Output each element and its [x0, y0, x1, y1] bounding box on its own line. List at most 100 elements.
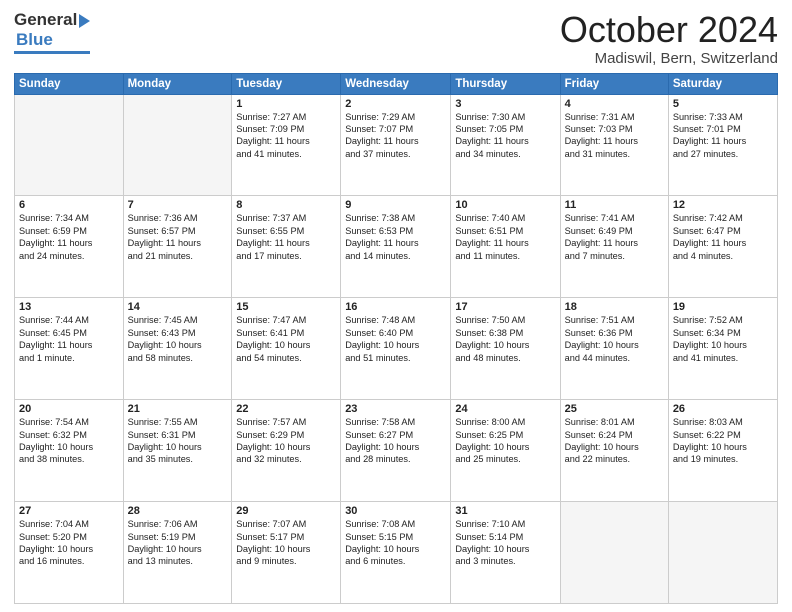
cell-line: Sunrise: 7:10 AM [455, 518, 555, 530]
calendar-cell: 6Sunrise: 7:34 AMSunset: 6:59 PMDaylight… [15, 196, 124, 298]
day-number: 11 [565, 199, 664, 211]
cell-line: Daylight: 10 hours [128, 441, 228, 453]
calendar-cell: 31Sunrise: 7:10 AMSunset: 5:14 PMDayligh… [451, 502, 560, 604]
cell-line: Sunrise: 7:30 AM [455, 111, 555, 123]
calendar-cell: 26Sunrise: 8:03 AMSunset: 6:22 PMDayligh… [668, 400, 777, 502]
cell-line: and 11 minutes. [455, 250, 555, 262]
cell-line: Daylight: 10 hours [455, 441, 555, 453]
cell-line: Sunrise: 8:01 AM [565, 416, 664, 428]
weekday-header: Saturday [668, 73, 777, 94]
cell-line: Daylight: 11 hours [565, 237, 664, 249]
logo-blue-text: Blue [16, 30, 53, 50]
calendar-week-row: 27Sunrise: 7:04 AMSunset: 5:20 PMDayligh… [15, 502, 778, 604]
cell-line: and 14 minutes. [345, 250, 446, 262]
cell-line: and 3 minutes. [455, 555, 555, 567]
calendar-week-row: 20Sunrise: 7:54 AMSunset: 6:32 PMDayligh… [15, 400, 778, 502]
day-number: 17 [455, 301, 555, 313]
calendar-cell: 5Sunrise: 7:33 AMSunset: 7:01 PMDaylight… [668, 94, 777, 196]
cell-line: Sunrise: 7:38 AM [345, 212, 446, 224]
cell-line: Sunrise: 7:37 AM [236, 212, 336, 224]
cell-line: Sunset: 6:38 PM [455, 327, 555, 339]
calendar-cell [560, 502, 668, 604]
cell-line: Sunrise: 7:27 AM [236, 111, 336, 123]
cell-line: Sunrise: 7:47 AM [236, 314, 336, 326]
cell-line: and 32 minutes. [236, 453, 336, 465]
cell-line: Daylight: 11 hours [128, 237, 228, 249]
calendar-cell: 14Sunrise: 7:45 AMSunset: 6:43 PMDayligh… [123, 298, 232, 400]
calendar-cell [15, 94, 124, 196]
cell-line: Sunrise: 8:00 AM [455, 416, 555, 428]
day-number: 31 [455, 505, 555, 517]
calendar-cell: 17Sunrise: 7:50 AMSunset: 6:38 PMDayligh… [451, 298, 560, 400]
cell-line: Daylight: 11 hours [236, 135, 336, 147]
cell-line: and 7 minutes. [565, 250, 664, 262]
calendar-cell [123, 94, 232, 196]
cell-line: Sunrise: 7:08 AM [345, 518, 446, 530]
cell-line: Sunrise: 7:51 AM [565, 314, 664, 326]
day-number: 30 [345, 505, 446, 517]
weekday-header: Wednesday [341, 73, 451, 94]
cell-line: and 35 minutes. [128, 453, 228, 465]
month-title: October 2024 [560, 10, 778, 50]
cell-line: Sunrise: 7:54 AM [19, 416, 119, 428]
day-number: 4 [565, 98, 664, 110]
cell-line: Sunrise: 7:40 AM [455, 212, 555, 224]
cell-line: Sunrise: 7:04 AM [19, 518, 119, 530]
cell-line: Sunrise: 7:50 AM [455, 314, 555, 326]
cell-line: Sunset: 5:19 PM [128, 531, 228, 543]
weekday-header: Sunday [15, 73, 124, 94]
cell-line: and 44 minutes. [565, 352, 664, 364]
cell-line: Sunset: 5:14 PM [455, 531, 555, 543]
day-number: 12 [673, 199, 773, 211]
cell-line: Sunrise: 7:34 AM [19, 212, 119, 224]
calendar-container: General Blue October 2024 Madiswil, Bern… [0, 0, 792, 612]
calendar-cell: 13Sunrise: 7:44 AMSunset: 6:45 PMDayligh… [15, 298, 124, 400]
day-number: 24 [455, 403, 555, 415]
cell-line: and 24 minutes. [19, 250, 119, 262]
cell-line: Daylight: 10 hours [128, 543, 228, 555]
location: Madiswil, Bern, Switzerland [560, 50, 778, 67]
cell-line: Sunset: 6:55 PM [236, 225, 336, 237]
calendar-cell: 15Sunrise: 7:47 AMSunset: 6:41 PMDayligh… [232, 298, 341, 400]
cell-line: Sunrise: 7:36 AM [128, 212, 228, 224]
cell-line: Sunset: 6:29 PM [236, 429, 336, 441]
day-number: 2 [345, 98, 446, 110]
cell-line: and 17 minutes. [236, 250, 336, 262]
calendar-header-row: SundayMondayTuesdayWednesdayThursdayFrid… [15, 73, 778, 94]
day-number: 5 [673, 98, 773, 110]
cell-line: Sunrise: 7:41 AM [565, 212, 664, 224]
cell-line: and 54 minutes. [236, 352, 336, 364]
calendar-cell: 10Sunrise: 7:40 AMSunset: 6:51 PMDayligh… [451, 196, 560, 298]
cell-line: and 25 minutes. [455, 453, 555, 465]
cell-line: Daylight: 11 hours [345, 237, 446, 249]
calendar-cell: 30Sunrise: 7:08 AMSunset: 5:15 PMDayligh… [341, 502, 451, 604]
day-number: 18 [565, 301, 664, 313]
cell-line: Daylight: 10 hours [565, 441, 664, 453]
cell-line: and 58 minutes. [128, 352, 228, 364]
cell-line: Sunrise: 7:06 AM [128, 518, 228, 530]
weekday-header: Thursday [451, 73, 560, 94]
cell-line: and 4 minutes. [673, 250, 773, 262]
day-number: 3 [455, 98, 555, 110]
day-number: 29 [236, 505, 336, 517]
cell-line: Sunset: 7:03 PM [565, 123, 664, 135]
cell-line: and 28 minutes. [345, 453, 446, 465]
cell-line: Daylight: 11 hours [565, 135, 664, 147]
cell-line: and 22 minutes. [565, 453, 664, 465]
cell-line: and 13 minutes. [128, 555, 228, 567]
cell-line: Sunrise: 7:45 AM [128, 314, 228, 326]
cell-line: Sunset: 7:05 PM [455, 123, 555, 135]
cell-line: Daylight: 11 hours [673, 135, 773, 147]
calendar-cell: 9Sunrise: 7:38 AMSunset: 6:53 PMDaylight… [341, 196, 451, 298]
cell-line: Daylight: 10 hours [345, 441, 446, 453]
cell-line: Sunrise: 7:57 AM [236, 416, 336, 428]
day-number: 10 [455, 199, 555, 211]
calendar-week-row: 6Sunrise: 7:34 AMSunset: 6:59 PMDaylight… [15, 196, 778, 298]
cell-line: Daylight: 11 hours [19, 339, 119, 351]
day-number: 26 [673, 403, 773, 415]
cell-line: Sunset: 6:36 PM [565, 327, 664, 339]
cell-line: Daylight: 10 hours [236, 339, 336, 351]
cell-line: Sunset: 6:51 PM [455, 225, 555, 237]
calendar-cell: 23Sunrise: 7:58 AMSunset: 6:27 PMDayligh… [341, 400, 451, 502]
cell-line: Daylight: 10 hours [565, 339, 664, 351]
